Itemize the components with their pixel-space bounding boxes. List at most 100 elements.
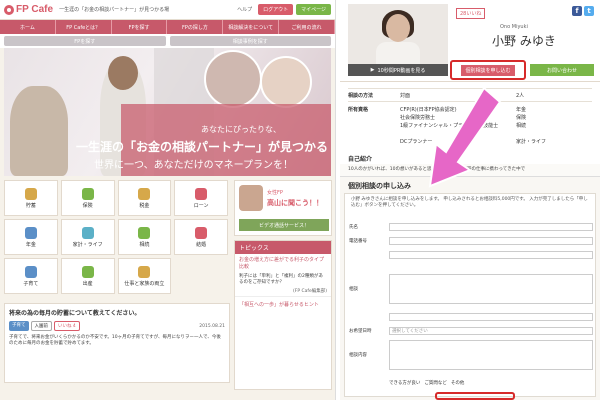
form-row-phone: 電話番号 — [349, 236, 593, 246]
radio-option-3[interactable]: その他 — [451, 380, 465, 386]
find-case-button[interactable]: 相談事例を探す — [169, 36, 331, 46]
hero-line-2: 一生涯の「お金の相談パートナー」が見つかる — [76, 140, 329, 154]
topics-panel: トピックス お金の増え方に差がでる利子のタイプ比較 利子には「単利」と「複利」の… — [234, 240, 332, 390]
piggy-bank-icon — [24, 187, 37, 200]
logout-button[interactable]: ログアウト — [258, 4, 294, 15]
like-count-badge[interactable]: いいね 4 — [54, 321, 80, 331]
extra-input[interactable] — [389, 251, 593, 259]
date-select[interactable]: 選択してください — [389, 327, 593, 335]
self-intro-heading: 自己紹介 — [348, 156, 373, 163]
play-icon: ▶ — [370, 67, 375, 73]
help-link[interactable]: ヘルプ — [234, 6, 255, 13]
tag-childcare[interactable]: 子育て — [9, 321, 29, 331]
find-fp-button[interactable]: FPを探す — [4, 36, 166, 46]
promo-small-text: 女性FP — [267, 190, 283, 196]
hero-banner: あなたにぴったりな、 一生涯の「お金の相談パートナー」が見つかる 世界に一つ、あ… — [4, 48, 331, 176]
watch-video-button[interactable]: ▶ 10秒間PR動画を見る — [348, 64, 448, 76]
home-page-panel: FP Cafe 一生涯の「お金の相談パートナー」が見つかる場 ヘルプ ログアウト… — [0, 0, 336, 400]
tag-preschool[interactable]: 入園前 — [30, 321, 52, 331]
category-loan[interactable]: ローン — [174, 180, 228, 216]
header-bar: FP Cafe 一生涯の「お金の相談パートナー」が見つかる場 ヘルプ ログアウト… — [0, 0, 335, 20]
footprints-icon — [81, 265, 94, 278]
contact-preference-radios: できる方が良い ご質問など その他 — [389, 380, 464, 386]
profile-details: 相談の方法 対面 2人 所有資格 CFP(R)(日本FP協会認定) 年金 社会保… — [340, 82, 600, 164]
category-marriage[interactable]: 結婚 — [174, 219, 228, 255]
specialty-3: 相続 — [516, 123, 527, 129]
extra-input-2[interactable] — [389, 313, 593, 321]
consult-textarea[interactable] — [389, 274, 593, 304]
question-body: 子育てで、将来お金がいくらかかるのか不安です。10ヶ月の子育てですが、毎月になり… — [9, 335, 221, 346]
logo-mark-icon — [4, 4, 14, 15]
profile-page-panel: 28いいね f t Ono Miyuki 小野 みゆき ▶ 10秒間PR動画を見… — [340, 0, 600, 400]
promo-headline: 高山に聞こう！！ — [267, 199, 323, 207]
nav-item-about[interactable]: FP Cafeとは？ — [56, 20, 112, 34]
promo-bar: ビデオ通話サービス！ — [239, 219, 329, 231]
radio-option-2[interactable]: ご質問など — [424, 380, 447, 386]
name-input[interactable] — [389, 223, 593, 231]
nav-item-find-fp[interactable]: FPを探す — [112, 20, 168, 34]
category-savings[interactable]: 貯蓄 — [4, 180, 58, 216]
category-inheritance[interactable]: 相続 — [117, 219, 172, 255]
hero-person-left — [10, 86, 68, 176]
twitter-icon[interactable]: t — [584, 6, 594, 16]
field-value-method: 対面 — [400, 93, 411, 99]
likes-badge[interactable]: 28いいね — [456, 8, 486, 19]
rings-icon — [195, 226, 208, 239]
promo-banner[interactable]: 女性FP 高山に聞こう！！ ビデオ通話サービス！ — [234, 180, 332, 236]
category-work-family[interactable]: 仕事と家族の両立 — [117, 258, 172, 294]
nav-item-how-to-find[interactable]: FPの探し方 — [167, 20, 224, 34]
main-nav: ホーム FP Cafeとは？ FPを探す FPの探し方 相談解決をについて ご利… — [0, 20, 335, 34]
advisor-romaji-name: Ono Miyuki — [500, 24, 528, 30]
category-insurance[interactable]: 保険 — [60, 180, 115, 216]
submit-button-highlight[interactable] — [435, 392, 515, 400]
nav-item-flow[interactable]: ご利用の流れ — [279, 20, 335, 34]
category-grid: 貯蓄 保険 税金 ローン 年金 家計・ライフ 相続 結婚 子育て 出産 仕事と家… — [4, 180, 228, 294]
search-row: FPを探す 相談事例を探す — [0, 34, 335, 48]
category-pension[interactable]: 年金 — [4, 219, 58, 255]
field-label-qualifications: 所有資格 — [348, 107, 369, 113]
form-row-extra — [349, 250, 593, 260]
coin-icon — [138, 187, 151, 200]
profile-photo — [348, 4, 448, 66]
topics-body: 利子には「単利」と「複利」の2種類があるのをご存知ですか？ — [239, 274, 323, 285]
content-textarea[interactable] — [389, 340, 593, 370]
site-logo[interactable]: FP Cafe — [4, 4, 53, 15]
hero-circle-photo-2 — [260, 56, 312, 108]
category-tax[interactable]: 税金 — [117, 180, 172, 216]
consult-request-button-highlight[interactable]: 個別相談を申し込む — [450, 60, 526, 80]
consult-request-button[interactable]: 個別相談を申し込む — [461, 64, 515, 76]
form-row-content: 相談内容 — [349, 340, 593, 370]
category-childcare[interactable]: 子育て — [4, 258, 58, 294]
question-card[interactable]: 将来の為の毎月の貯蓄について教えてください。 子育て 入園前 いいね 4 201… — [4, 303, 230, 383]
form-row-consult: 相談 — [349, 274, 593, 304]
hero-line-1: あなたにぴったりな、 — [201, 125, 281, 134]
family-icon — [138, 226, 151, 239]
advisor-name: 小野 みゆき — [492, 34, 556, 48]
child-icon — [24, 265, 37, 278]
self-intro-text: 10人のかがいれば、10の想いがあると思います。ずっと保険の仕事に携わってきた中… — [348, 167, 526, 172]
category-birth[interactable]: 出産 — [60, 258, 115, 294]
hero-line-3: 世界に一つ、あなただけのマネープランを！ — [94, 160, 293, 171]
radio-option-1[interactable]: できる方が良い — [389, 380, 420, 386]
topics-title-link[interactable]: お金の増え方に差がでる利子のタイプ比較 — [235, 254, 331, 274]
form-intro: 小野 みゆきさんに相談を申し込みをします。 申し込みされるとお相談料5,000円… — [351, 197, 588, 208]
social-links: f t — [572, 6, 594, 16]
topics-footer: (FP Cafe編集部) — [293, 289, 327, 294]
category-household[interactable]: 家計・ライフ — [60, 219, 115, 255]
phone-input[interactable] — [389, 237, 593, 245]
question-title: 将来の為の毎月の貯蓄について教えてください。 — [9, 310, 141, 317]
qualification-1: CFP(R)(日本FP協会認定) — [400, 107, 457, 113]
wallet-icon — [81, 226, 94, 239]
mypage-button[interactable]: マイページ — [296, 4, 331, 15]
question-tags: 子育て 入園前 いいね 4 — [5, 321, 229, 331]
topics-header: トピックス — [235, 241, 331, 254]
field-label-method: 相談の方法 — [348, 93, 374, 99]
topics-next-link[interactable]: 「相互への一歩」が暮らせるヒント — [235, 296, 331, 312]
clock-icon — [138, 265, 151, 278]
nav-item-solutions[interactable]: 相談解決をについて — [223, 20, 280, 34]
nav-item-home[interactable]: ホーム — [0, 20, 56, 34]
field-value-method-2: 2人 — [516, 93, 525, 99]
facebook-icon[interactable]: f — [572, 6, 582, 16]
contact-button[interactable]: お問い合わせ — [530, 64, 594, 76]
specialty-1: 年金 — [516, 107, 527, 113]
